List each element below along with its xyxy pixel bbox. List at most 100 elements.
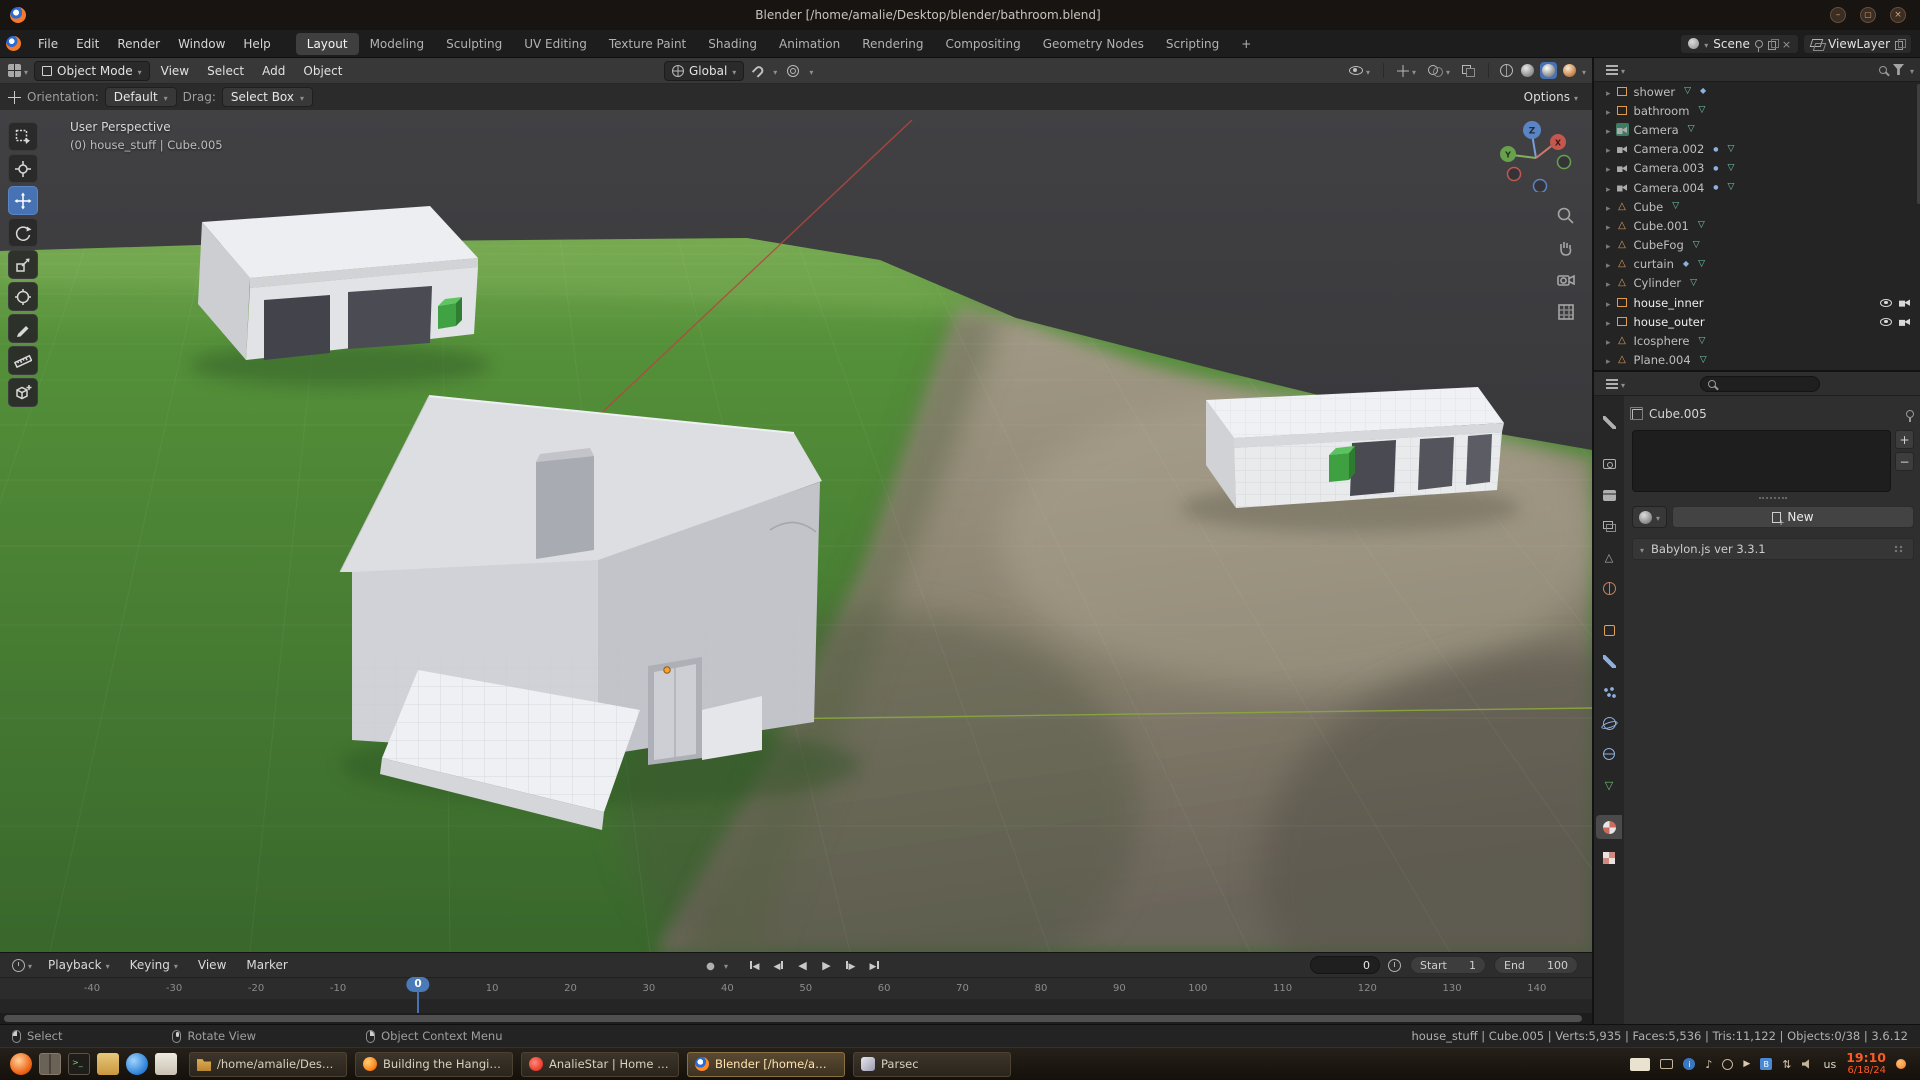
ortho-grid-icon[interactable]	[1556, 302, 1576, 322]
tool-transform[interactable]	[8, 282, 38, 311]
panel-collapse-chevron[interactable]	[1640, 542, 1644, 556]
menubar-item[interactable]: Edit	[67, 37, 108, 51]
keyboard-layout-indicator[interactable]: us	[1824, 1058, 1837, 1071]
launcher-icon[interactable]	[39, 1053, 61, 1075]
z-axis-neg-ball[interactable]	[1534, 180, 1547, 193]
snap-toggle[interactable]	[750, 61, 767, 81]
blender-menu-icon[interactable]	[6, 36, 21, 51]
current-frame-field[interactable]: 0	[1310, 956, 1380, 974]
outliner-editor-type-button[interactable]	[1602, 60, 1629, 80]
taskbar-window-button[interactable]: /home/amalie/Desktop...	[189, 1052, 347, 1077]
timeline-editor-type-button[interactable]	[8, 955, 36, 975]
options-dropdown[interactable]: Options	[1524, 90, 1578, 104]
properties-tab[interactable]	[1596, 680, 1622, 704]
search-icon[interactable]	[1879, 66, 1887, 74]
mode-select[interactable]: Object Mode	[34, 61, 150, 81]
tray-icon[interactable]	[1660, 1059, 1673, 1069]
tray-icon[interactable]	[1782, 1058, 1791, 1071]
expand-arrow-icon[interactable]	[1606, 161, 1611, 175]
properties-editor-type-button[interactable]	[1602, 374, 1629, 394]
camera-view-icon[interactable]	[1556, 270, 1576, 290]
expand-arrow-icon[interactable]	[1606, 200, 1611, 214]
launcher-icon[interactable]	[97, 1053, 119, 1075]
show-gizmo-button[interactable]	[1393, 61, 1420, 81]
playhead[interactable]: 0	[417, 977, 419, 1013]
toggle-xray-button[interactable]	[1458, 61, 1479, 81]
outliner-row[interactable]: bathroom	[1594, 101, 1920, 120]
garage-building[interactable]	[190, 206, 490, 387]
properties-tab[interactable]	[1596, 649, 1622, 673]
workspace-tab[interactable]: Shading	[697, 33, 768, 55]
navigation-gizmo[interactable]: Z Y X	[1496, 116, 1572, 192]
workspace-tab[interactable]: UV Editing	[513, 33, 598, 55]
tool-select-box[interactable]	[8, 122, 38, 151]
outliner-row[interactable]: Cube	[1594, 197, 1920, 216]
new-scene-icon[interactable]	[1768, 39, 1777, 49]
tool-scale[interactable]	[8, 250, 38, 279]
outliner-row[interactable]: Camera.002	[1594, 140, 1920, 159]
menubar-item[interactable]: File	[29, 37, 67, 51]
shading-material-button[interactable]	[1540, 62, 1557, 79]
viewport-canvas[interactable]	[0, 110, 1592, 952]
scene-selector[interactable]: Scene	[1680, 34, 1799, 54]
new-viewlayer-icon[interactable]	[1895, 39, 1904, 49]
jump-to-start-button[interactable]	[744, 956, 765, 974]
expand-arrow-icon[interactable]	[1606, 181, 1611, 195]
play-button[interactable]	[816, 956, 837, 974]
outliner-row[interactable]: Plane.004	[1594, 351, 1920, 370]
shading-options-chevron[interactable]	[1582, 64, 1586, 78]
prev-keyframe-button[interactable]	[768, 956, 789, 974]
tray-icon[interactable]	[1630, 1058, 1650, 1071]
babylon-panel-header[interactable]: Babylon.js ver 3.3.1	[1632, 538, 1914, 560]
keying-set-chevron[interactable]	[724, 958, 728, 972]
workspace-tab[interactable]: Animation	[768, 33, 851, 55]
properties-search-input[interactable]	[1700, 376, 1820, 392]
expand-arrow-icon[interactable]	[1606, 104, 1611, 118]
workspace-tab[interactable]: +	[1230, 33, 1262, 55]
notifications-icon[interactable]	[1896, 1059, 1906, 1069]
workspace-tab[interactable]: Texture Paint	[598, 33, 697, 55]
tray-icon[interactable]	[1683, 1058, 1695, 1070]
maximize-button[interactable]	[1860, 7, 1876, 23]
outliner-row[interactable]: CubeFog	[1594, 236, 1920, 255]
tray-icon[interactable]	[1722, 1059, 1733, 1070]
play-reverse-button[interactable]	[792, 956, 813, 974]
next-keyframe-button[interactable]	[840, 956, 861, 974]
workspace-tab[interactable]: Layout	[296, 33, 359, 55]
disable-in-render-toggle[interactable]	[1899, 299, 1910, 307]
viewport-menu-item[interactable]: Add	[253, 64, 294, 78]
properties-tab[interactable]	[1596, 742, 1622, 766]
properties-tab[interactable]	[1596, 514, 1622, 538]
taskbar-window-button[interactable]: Parsec	[853, 1052, 1011, 1077]
outliner-row[interactable]: house_inner	[1594, 293, 1920, 312]
current-frame-badge[interactable]: 0	[406, 977, 429, 992]
taskbar-window-button[interactable]: AnalieStar | Home - Viv...	[521, 1052, 679, 1077]
expand-arrow-icon[interactable]	[1606, 276, 1611, 290]
pin-icon[interactable]	[1755, 40, 1763, 48]
slot-specials[interactable]	[1632, 492, 1914, 504]
outliner-row[interactable]: Camera.003	[1594, 159, 1920, 178]
disable-in-render-toggle[interactable]	[1899, 318, 1910, 326]
outliner-row[interactable]: house_outer	[1594, 312, 1920, 331]
launcher-icon[interactable]	[68, 1053, 90, 1075]
new-material-button[interactable]: New	[1672, 506, 1914, 528]
unlink-scene-icon[interactable]	[1782, 37, 1791, 51]
tool-move[interactable]	[8, 186, 38, 215]
viewlayer-selector[interactable]: ViewLayer	[1803, 34, 1912, 54]
tray-icon[interactable]	[1743, 1059, 1750, 1069]
expand-arrow-icon[interactable]	[1606, 334, 1611, 348]
timeline-scrollbar[interactable]	[0, 1013, 1592, 1024]
outliner-row[interactable]: Camera	[1594, 120, 1920, 139]
expand-arrow-icon[interactable]	[1606, 238, 1611, 252]
timeline-tracks[interactable]	[0, 999, 1592, 1013]
properties-tab[interactable]	[1596, 545, 1622, 569]
close-button[interactable]	[1890, 7, 1906, 23]
zoom-icon[interactable]	[1556, 206, 1576, 226]
workspace-tab[interactable]: Sculpting	[435, 33, 513, 55]
add-material-slot-button[interactable]: +	[1895, 430, 1914, 449]
hide-in-viewport-toggle[interactable]	[1880, 299, 1892, 307]
taskbar-window-button[interactable]: Blender [/home/amalie...	[687, 1052, 845, 1077]
proportional-editing-toggle[interactable]	[783, 61, 803, 81]
3d-viewport[interactable]: User Perspective (0) house_stuff | Cube.…	[0, 110, 1592, 952]
shading-solid-button[interactable]	[1519, 62, 1536, 79]
